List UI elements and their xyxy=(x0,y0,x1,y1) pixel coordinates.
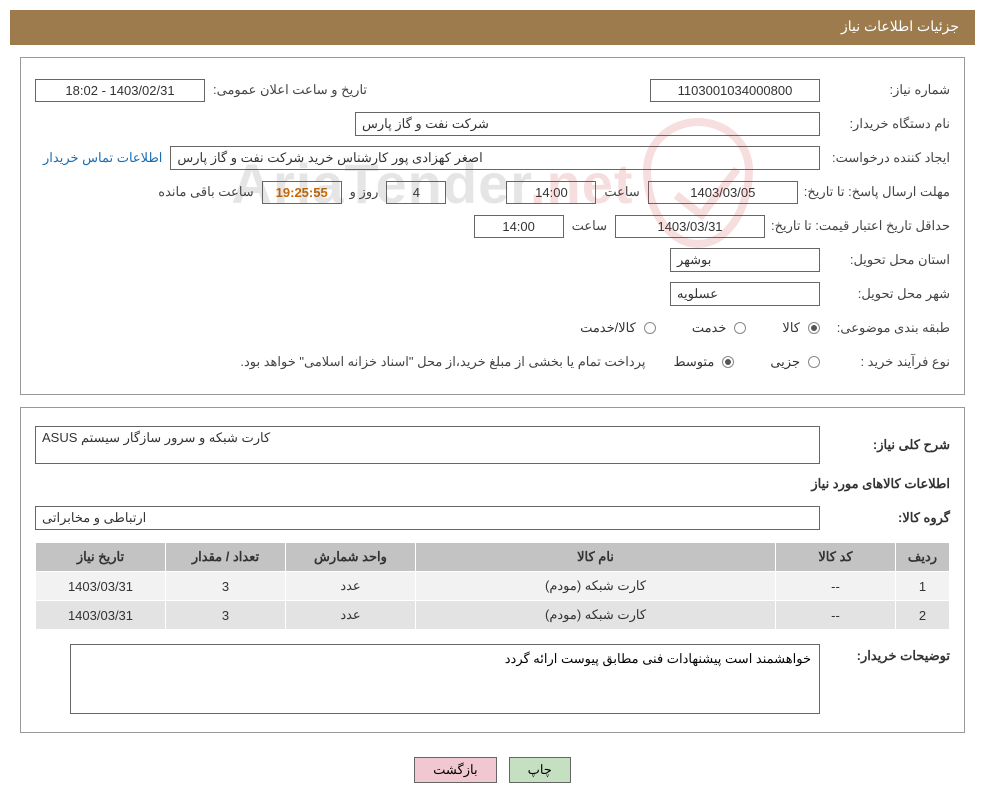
row-requester: ایجاد کننده درخواست: اصغر کهزادی پور کار… xyxy=(35,144,950,172)
label-remain: ساعت باقی مانده xyxy=(150,184,261,200)
radio-goods-label: کالا xyxy=(782,320,800,336)
table-header-row: ردیف کد کالا نام کالا واحد شمارش تعداد /… xyxy=(36,543,950,572)
field-reply-time: 14:00 xyxy=(506,181,596,204)
label-summary: شرح کلی نیاز: xyxy=(820,437,950,453)
print-button[interactable]: چاپ xyxy=(509,757,571,783)
cell-row: 2 xyxy=(896,601,950,630)
field-price-validity-date: 1403/03/31 xyxy=(615,215,765,238)
page-title: جزئیات اطلاعات نیاز xyxy=(10,10,975,43)
items-header: اطلاعات کالاهای مورد نیاز xyxy=(811,476,950,492)
th-unit: واحد شمارش xyxy=(286,543,416,572)
field-timer: 19:25:55 xyxy=(262,181,342,204)
field-pub-date: 1403/02/31 - 18:02 xyxy=(35,79,205,102)
radio-group-purchase: جزیی متوسط xyxy=(673,354,820,370)
cell-date: 1403/03/31 xyxy=(36,572,166,601)
row-city: شهر محل تحویل: عسلویه xyxy=(35,280,950,308)
field-buyer-notes[interactable] xyxy=(70,644,820,714)
label-pub-date: تاریخ و ساعت اعلان عمومی: xyxy=(205,82,375,98)
label-req-no: شماره نیاز: xyxy=(820,82,950,98)
radio-goods-service[interactable] xyxy=(644,322,656,334)
label-province: استان محل تحویل: xyxy=(820,252,950,268)
cell-code: -- xyxy=(776,572,896,601)
cell-date: 1403/03/31 xyxy=(36,601,166,630)
th-name: نام کالا xyxy=(416,543,776,572)
section-items: شرح کلی نیاز: کارت شبکه و سرور سازگار سی… xyxy=(20,407,965,733)
back-button[interactable]: بازگشت xyxy=(414,757,496,783)
label-requester: ایجاد کننده درخواست: xyxy=(820,150,950,166)
th-row: ردیف xyxy=(896,543,950,572)
row-summary: شرح کلی نیاز: کارت شبکه و سرور سازگار سی… xyxy=(35,426,950,464)
field-price-validity-time: 14:00 xyxy=(474,215,564,238)
row-req-no: شماره نیاز: 1103001034000800 تاریخ و ساع… xyxy=(35,76,950,104)
table-row: 2 -- کارت شبکه (مودم) عدد 3 1403/03/31 xyxy=(36,601,950,630)
cell-qty: 3 xyxy=(166,601,286,630)
field-req-no: 1103001034000800 xyxy=(650,79,820,102)
radio-goods[interactable] xyxy=(808,322,820,334)
page-title-text: جزئیات اطلاعات نیاز xyxy=(841,18,959,34)
field-days: 4 xyxy=(386,181,446,204)
radio-service-label: خدمت xyxy=(692,320,727,336)
radio-medium[interactable] xyxy=(722,356,734,368)
header-divider xyxy=(10,43,975,45)
cell-unit: عدد xyxy=(286,601,416,630)
label-buyer-notes: توضیحات خریدار: xyxy=(820,644,950,664)
row-items-header: اطلاعات کالاهای مورد نیاز xyxy=(35,470,950,498)
items-table: ردیف کد کالا نام کالا واحد شمارش تعداد /… xyxy=(35,542,950,630)
field-group: ارتباطی و مخابراتی xyxy=(35,506,820,530)
label-buyer-org: نام دستگاه خریدار: xyxy=(820,116,950,132)
field-city: عسلویه xyxy=(670,282,820,306)
table-row: 1 -- کارت شبکه (مودم) عدد 3 1403/03/31 xyxy=(36,572,950,601)
th-code: کد کالا xyxy=(776,543,896,572)
cell-name: کارت شبکه (مودم) xyxy=(416,601,776,630)
label-classification: طبقه بندی موضوعی: xyxy=(820,320,950,336)
buyer-contact-link[interactable]: اطلاعات تماس خریدار xyxy=(35,150,170,166)
radio-service[interactable] xyxy=(734,322,746,334)
cell-qty: 3 xyxy=(166,572,286,601)
th-qty: تعداد / مقدار xyxy=(166,543,286,572)
radio-minor[interactable] xyxy=(808,356,820,368)
label-group: گروه کالا: xyxy=(820,510,950,526)
field-reply-date: 1403/03/05 xyxy=(648,181,798,204)
cell-code: -- xyxy=(776,601,896,630)
cell-unit: عدد xyxy=(286,572,416,601)
row-province: استان محل تحویل: بوشهر xyxy=(35,246,950,274)
section-need-info: AriaTender.net شماره نیاز: 1103001034000… xyxy=(20,57,965,395)
radio-minor-label: جزیی xyxy=(770,354,800,370)
label-time-1: ساعت xyxy=(596,184,647,200)
field-requester: اصغر کهزادی پور کارشناس خرید شرکت نفت و … xyxy=(170,146,820,170)
label-time-2: ساعت xyxy=(564,218,615,234)
purchase-note: پرداخت تمام یا بخشی از مبلغ خرید،از محل … xyxy=(232,354,653,370)
cell-row: 1 xyxy=(896,572,950,601)
th-date: تاریخ نیاز xyxy=(36,543,166,572)
row-purchase-type: نوع فرآیند خرید : جزیی متوسط پرداخت تمام… xyxy=(35,348,950,376)
label-purchase-type: نوع فرآیند خرید : xyxy=(820,354,950,370)
label-reply-deadline: مهلت ارسال پاسخ: تا تاریخ: xyxy=(798,184,950,200)
row-buyer-org: نام دستگاه خریدار: شرکت نفت و گاز پارس xyxy=(35,110,950,138)
label-price-validity: حداقل تاریخ اعتبار قیمت: تا تاریخ: xyxy=(765,218,950,234)
field-summary: کارت شبکه و سرور سازگار سیستم ASUS xyxy=(35,426,820,464)
row-classification: طبقه بندی موضوعی: کالا خدمت کالا/خدمت xyxy=(35,314,950,342)
row-group: گروه کالا: ارتباطی و مخابراتی xyxy=(35,504,950,532)
radio-group-classification: کالا خدمت کالا/خدمت xyxy=(580,320,820,336)
label-city: شهر محل تحویل: xyxy=(820,286,950,302)
label-days: روز و xyxy=(342,184,387,200)
row-price-validity: حداقل تاریخ اعتبار قیمت: تا تاریخ: 1403/… xyxy=(35,212,950,240)
radio-goods-service-label: کالا/خدمت xyxy=(580,320,636,336)
cell-name: کارت شبکه (مودم) xyxy=(416,572,776,601)
radio-medium-label: متوسط xyxy=(673,354,714,370)
row-buyer-notes: توضیحات خریدار: xyxy=(35,644,950,714)
row-reply-deadline: مهلت ارسال پاسخ: تا تاریخ: 1403/03/05 سا… xyxy=(35,178,950,206)
button-row: چاپ بازگشت xyxy=(0,745,985,803)
field-buyer-org: شرکت نفت و گاز پارس xyxy=(355,112,820,136)
field-province: بوشهر xyxy=(670,248,820,272)
